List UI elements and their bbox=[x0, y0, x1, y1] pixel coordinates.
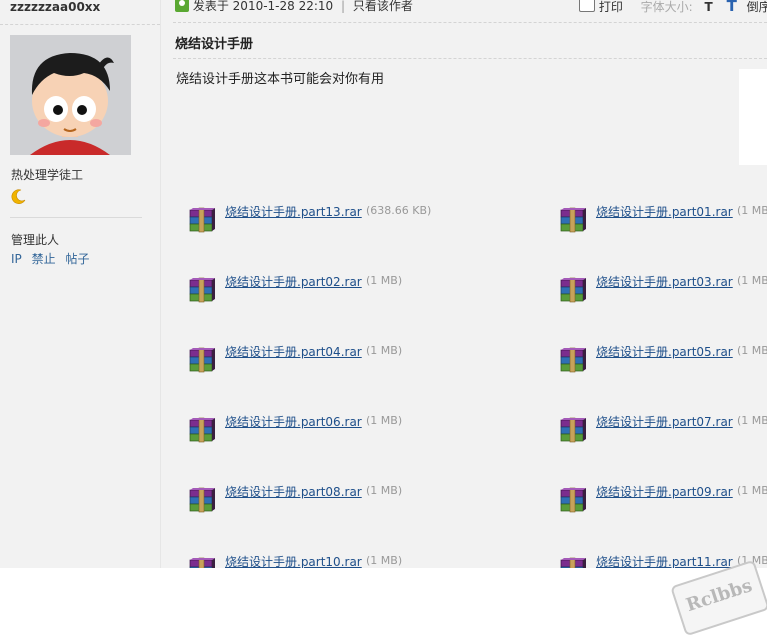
font-small-button[interactable]: T bbox=[705, 0, 713, 14]
printer-icon[interactable] bbox=[579, 0, 595, 12]
attachment-link[interactable]: 烧结设计手册.part08.rar bbox=[225, 483, 362, 500]
winrar-archive-icon bbox=[186, 203, 218, 235]
attachment-link[interactable]: 烧结设计手册.part04.rar bbox=[225, 343, 362, 360]
attachment-size: (1 MB) bbox=[366, 414, 403, 427]
winrar-archive-icon bbox=[557, 413, 589, 445]
attachment-size: (1 MB) bbox=[737, 484, 767, 497]
post-datetime: 2010-1-28 22:10 bbox=[232, 0, 334, 13]
winrar-archive-icon bbox=[557, 343, 589, 375]
divider bbox=[173, 58, 767, 59]
attachment-size: (638.66 KB) bbox=[366, 204, 432, 217]
font-large-button[interactable]: T bbox=[727, 0, 737, 15]
attachment-link[interactable]: 烧结设计手册.part10.rar bbox=[225, 553, 362, 568]
winrar-archive-icon bbox=[186, 273, 218, 305]
post-meta: 发表于 2010-1-28 22:10 | 只看该作者 bbox=[175, 0, 413, 15]
winrar-archive-icon bbox=[557, 203, 589, 235]
attachment-size: (1 MB) bbox=[737, 344, 767, 357]
attachment-size: (1 MB) bbox=[737, 274, 767, 287]
cartoon-boy-avatar-icon bbox=[10, 35, 131, 155]
attachment-link[interactable]: 烧结设计手册.part03.rar bbox=[596, 273, 733, 290]
print-link[interactable]: 打印 bbox=[599, 0, 623, 14]
author-rank: 热处理学徒工 bbox=[11, 168, 84, 182]
attachment-size: (1 MB) bbox=[366, 554, 403, 567]
winrar-archive-icon bbox=[557, 273, 589, 305]
post-body: 烧结设计手册这本书可能会对你有用 bbox=[176, 72, 385, 87]
attachment-size: (1 MB) bbox=[366, 274, 403, 287]
winrar-archive-icon bbox=[186, 343, 218, 375]
winrar-archive-icon bbox=[186, 553, 218, 568]
forum-post: zzzzzzaa00xx 热处理学徒工 管理此人 IP 禁止 帖子 发表于 20… bbox=[0, 0, 767, 568]
attachment-link[interactable]: 烧结设计手册.part13.rar bbox=[225, 203, 362, 220]
divider bbox=[173, 22, 767, 23]
ad-box bbox=[739, 69, 767, 165]
winrar-archive-icon bbox=[186, 483, 218, 515]
attachment-link[interactable]: 烧结设计手册.part09.rar bbox=[596, 483, 733, 500]
author-avatar[interactable] bbox=[10, 35, 131, 155]
attachment-link[interactable]: 烧结设计手册.part01.rar bbox=[596, 203, 733, 220]
font-size-label: 字体大小: bbox=[640, 0, 693, 14]
winrar-archive-icon bbox=[186, 413, 218, 445]
posted-prefix: 发表于 bbox=[192, 0, 229, 13]
attachment-link[interactable]: 烧结设计手册.part11.rar bbox=[596, 553, 733, 568]
meta-separator: | bbox=[341, 0, 346, 13]
attachment-size: (1 MB) bbox=[366, 344, 403, 357]
moon-icon bbox=[11, 189, 26, 204]
reverse-order-link[interactable]: 倒序 bbox=[747, 0, 767, 14]
watermark-stamp: Rclbbs bbox=[670, 559, 767, 636]
divider bbox=[0, 24, 160, 25]
author-only-link[interactable]: 只看该作者 bbox=[353, 0, 413, 13]
manage-ip-link[interactable]: IP bbox=[11, 252, 22, 266]
manage-ban-link[interactable]: 禁止 bbox=[32, 252, 56, 266]
divider bbox=[10, 217, 142, 218]
manage-posts-link[interactable]: 帖子 bbox=[65, 252, 89, 266]
attachment-link[interactable]: 烧结设计手册.part06.rar bbox=[225, 413, 362, 430]
author-sidebar: zzzzzzaa00xx 热处理学徒工 管理此人 IP 禁止 帖子 bbox=[0, 0, 161, 568]
manage-user-label: 管理此人 bbox=[11, 233, 60, 247]
attachment-link[interactable]: 烧结设计手册.part07.rar bbox=[596, 413, 733, 430]
post-tools: 打印 字体大小: T T 倒序 bbox=[579, 0, 767, 15]
author-username[interactable]: zzzzzzaa00xx bbox=[10, 0, 100, 14]
winrar-archive-icon bbox=[557, 553, 589, 568]
attachment-size: (1 MB) bbox=[737, 414, 767, 427]
post-title: 烧结设计手册 bbox=[175, 37, 254, 52]
attachment-link[interactable]: 烧结设计手册.part05.rar bbox=[596, 343, 733, 360]
attachment-size: (1 MB) bbox=[737, 204, 767, 217]
post-content: 发表于 2010-1-28 22:10 | 只看该作者 打印 字体大小: T T… bbox=[161, 0, 767, 568]
attachment-size: (1 MB) bbox=[366, 484, 403, 497]
user-icon bbox=[175, 0, 189, 12]
manage-links: IP 禁止 帖子 bbox=[11, 250, 95, 267]
attachment-link[interactable]: 烧结设计手册.part02.rar bbox=[225, 273, 362, 290]
winrar-archive-icon bbox=[557, 483, 589, 515]
